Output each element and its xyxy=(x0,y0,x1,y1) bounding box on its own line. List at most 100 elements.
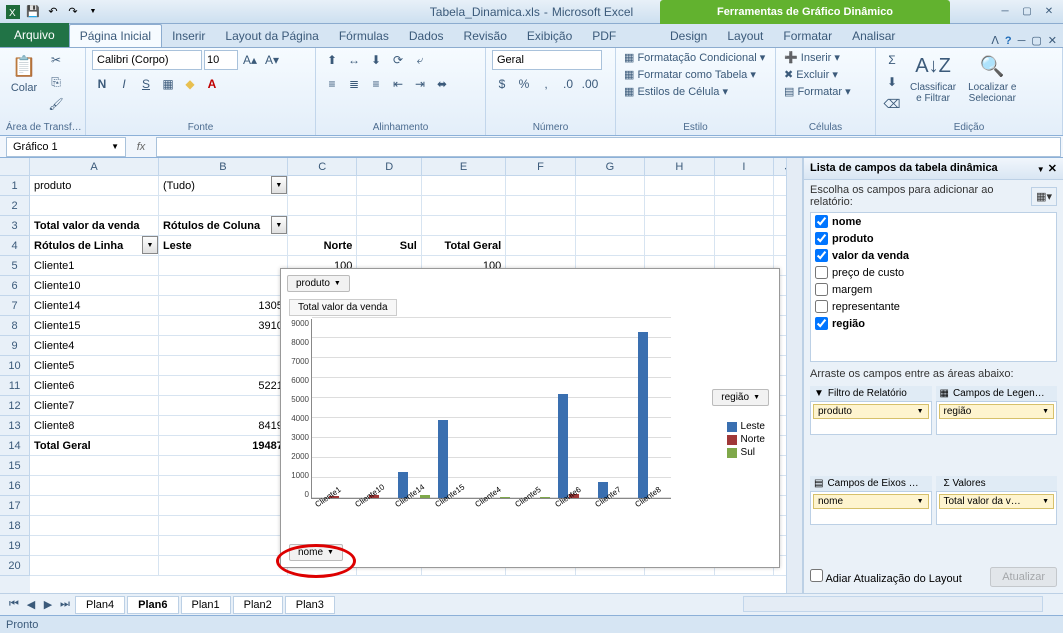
qat-menu[interactable]: ▼ xyxy=(84,3,102,21)
wrap-text-button[interactable]: ⤶ xyxy=(410,50,430,70)
row-header[interactable]: 14 xyxy=(0,436,30,456)
align-center-button[interactable]: ≣ xyxy=(344,74,364,94)
cell[interactable] xyxy=(159,496,288,516)
sheet-tab[interactable]: Plan4 xyxy=(75,596,125,614)
align-top-button[interactable]: ⬆ xyxy=(322,50,342,70)
restore-button[interactable]: ▢ xyxy=(1017,4,1037,20)
align-bottom-button[interactable]: ⬇ xyxy=(366,50,386,70)
cell[interactable]: Cliente6 xyxy=(30,376,159,396)
tab-review[interactable]: Revisão xyxy=(454,25,517,47)
row-header[interactable]: 19 xyxy=(0,536,30,556)
cut-button[interactable]: ✂ xyxy=(46,50,66,70)
cell[interactable] xyxy=(715,196,775,216)
undo-button[interactable]: ↶ xyxy=(44,3,62,21)
cell[interactable] xyxy=(715,176,775,196)
align-right-button[interactable]: ≡ xyxy=(366,74,386,94)
fill-button[interactable]: ⬇ xyxy=(882,72,902,92)
cell[interactable] xyxy=(159,516,288,536)
chart-plot-area[interactable] xyxy=(311,319,671,499)
zone-item[interactable]: região▼ xyxy=(939,404,1055,419)
chart-bar[interactable] xyxy=(438,420,448,498)
doc-close-icon[interactable]: ✕ xyxy=(1048,34,1057,47)
align-left-button[interactable]: ≡ xyxy=(322,74,342,94)
cell[interactable] xyxy=(30,476,159,496)
cell[interactable] xyxy=(159,556,288,576)
chart-bar[interactable] xyxy=(638,332,648,498)
tab-pdf[interactable]: PDF xyxy=(582,25,626,47)
chart-bar[interactable] xyxy=(558,394,568,498)
tab-home[interactable]: Página Inicial xyxy=(69,24,162,47)
column-header[interactable]: F xyxy=(506,158,575,176)
grow-font-button[interactable]: A▴ xyxy=(240,50,260,70)
cell[interactable] xyxy=(506,196,575,216)
indent-dec-button[interactable]: ⇤ xyxy=(388,74,408,94)
vertical-scrollbar[interactable] xyxy=(786,158,802,593)
doc-minimize-icon[interactable]: ─ xyxy=(1018,35,1026,47)
cell[interactable] xyxy=(357,196,422,216)
excel-icon[interactable]: X xyxy=(4,3,22,21)
cell[interactable]: 19487 xyxy=(159,436,288,456)
conditional-formatting-button[interactable]: ▦ Formatação Condicional ▾ xyxy=(622,50,767,65)
tab-insert[interactable]: Inserir xyxy=(162,25,215,47)
defer-layout-checkbox[interactable]: Adiar Atualização do Layout xyxy=(810,569,962,585)
cell[interactable] xyxy=(30,516,159,536)
row-header[interactable]: 2 xyxy=(0,196,30,216)
tab-formulas[interactable]: Fórmulas xyxy=(329,25,399,47)
row-header[interactable]: 12 xyxy=(0,396,30,416)
cell[interactable]: Sul xyxy=(357,236,422,256)
insert-cells-button[interactable]: ➕ Inserir ▾ xyxy=(782,50,842,65)
cell[interactable] xyxy=(159,196,288,216)
column-header[interactable]: E xyxy=(422,158,506,176)
tab-next-button[interactable]: ▶ xyxy=(40,597,56,613)
cell[interactable] xyxy=(506,176,575,196)
zone-item[interactable]: nome▼ xyxy=(813,494,929,509)
cell[interactable]: Rótulos de Coluna▼ xyxy=(159,216,288,236)
paste-button[interactable]: 📋 Colar xyxy=(6,50,42,96)
tab-data[interactable]: Dados xyxy=(399,25,454,47)
font-color-button[interactable]: A xyxy=(202,74,222,94)
row-header[interactable]: 4 xyxy=(0,236,30,256)
cell[interactable] xyxy=(422,216,506,236)
cell[interactable] xyxy=(288,216,357,236)
row-header[interactable]: 20 xyxy=(0,556,30,576)
field-item[interactable]: valor da venda xyxy=(811,247,1056,264)
pane-layout-button[interactable]: ▦▾ xyxy=(1031,187,1057,206)
find-select-button[interactable]: 🔍 Localizar e Selecionar xyxy=(964,50,1020,106)
clear-button[interactable]: ⌫ xyxy=(882,94,902,114)
doc-restore-icon[interactable]: ▢ xyxy=(1031,34,1041,47)
bold-button[interactable]: N xyxy=(92,74,112,94)
currency-button[interactable]: $ xyxy=(492,74,512,94)
font-size-select[interactable] xyxy=(204,50,238,70)
chart-bar[interactable] xyxy=(540,497,550,498)
autosum-button[interactable]: Σ xyxy=(882,50,902,70)
pane-close-icon[interactable]: ✕ xyxy=(1048,163,1057,175)
cell[interactable] xyxy=(159,256,288,276)
borders-button[interactable]: ▦ xyxy=(158,74,178,94)
pane-menu-icon[interactable]: ▼ xyxy=(1037,165,1045,174)
font-name-select[interactable] xyxy=(92,50,202,70)
cell[interactable]: 5221 xyxy=(159,376,288,396)
tab-format[interactable]: Formatar xyxy=(773,25,842,47)
sheet-tab[interactable]: Plan6 xyxy=(127,596,178,614)
cell[interactable]: Cliente5 xyxy=(30,356,159,376)
sheet-tab[interactable]: Plan2 xyxy=(233,596,283,614)
horizontal-scrollbar[interactable] xyxy=(743,596,1043,612)
cell[interactable]: 3910 xyxy=(159,316,288,336)
column-header[interactable]: A xyxy=(30,158,159,176)
field-item[interactable]: região xyxy=(811,315,1056,332)
align-middle-button[interactable]: ↔ xyxy=(344,50,364,70)
minimize-ribbon-icon[interactable]: ᐱ xyxy=(991,34,999,47)
sort-filter-button[interactable]: A↓Z Classificar e Filtrar xyxy=(906,50,960,106)
cell[interactable] xyxy=(645,196,714,216)
cell[interactable]: Leste xyxy=(159,236,288,256)
column-header[interactable]: H xyxy=(645,158,714,176)
cell[interactable] xyxy=(159,336,288,356)
cell[interactable]: Cliente7 xyxy=(30,396,159,416)
field-item[interactable]: produto xyxy=(811,230,1056,247)
cell[interactable] xyxy=(576,236,645,256)
zone-legend-fields[interactable]: ▦Campos de Legen… região▼ xyxy=(936,386,1058,472)
cell[interactable]: Cliente8 xyxy=(30,416,159,436)
column-header[interactable]: G xyxy=(576,158,645,176)
tab-view[interactable]: Exibição xyxy=(517,25,582,47)
update-button[interactable]: Atualizar xyxy=(990,567,1057,587)
